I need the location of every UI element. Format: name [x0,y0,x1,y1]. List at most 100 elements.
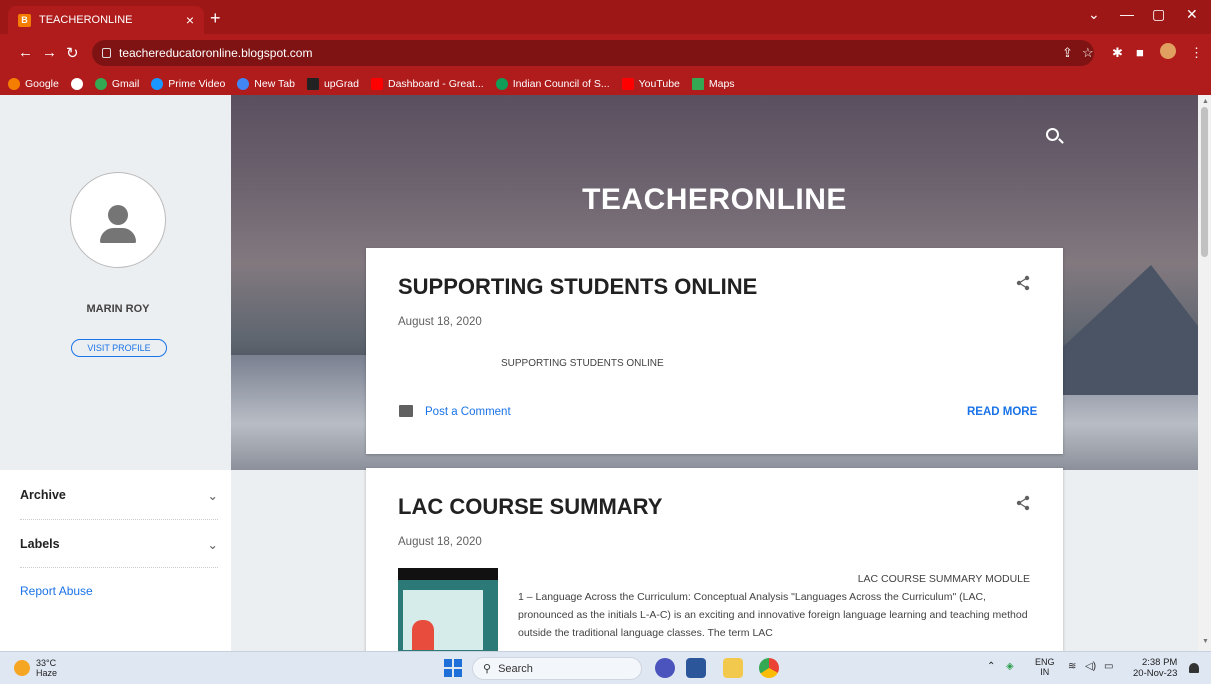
weather-condition: Haze [36,668,58,678]
post-excerpt: LAC COURSE SUMMARY MODULE 1 – Language A… [518,570,1030,642]
restore-icon[interactable]: ▢ [1152,6,1165,23]
post-date: August 18, 2020 [398,536,482,548]
archive-label: Archive [20,488,66,502]
profile-avatar-icon[interactable] [1160,43,1176,59]
google-icon [8,77,20,90]
divider [20,519,218,520]
bookmark-youtube[interactable]: YouTube [621,77,680,90]
icssr-icon [495,77,508,90]
youtube-icon [621,77,634,90]
post-card: LAC COURSE SUMMARY August 18, 2020 LAC C… [366,468,1063,651]
url-text: teachereducatoronline.blogspot.com [119,46,313,60]
visit-profile-button[interactable]: VISIT PROFILE [71,339,167,357]
bookmark-unnamed[interactable] [70,77,83,90]
teams-icon[interactable] [655,658,675,678]
bookmark-icssr[interactable]: Indian Council of S... [495,77,610,90]
person-body-icon [100,228,136,243]
archive-dropdown[interactable]: Archive ⌄ [20,488,218,503]
report-abuse-link[interactable]: Report Abuse [20,584,93,598]
system-clock[interactable]: 2:38 PM 20-Nov-23 [1133,657,1177,679]
youtube-icon [371,77,383,90]
new-tab-button[interactable]: + [210,8,221,29]
bookmark-google[interactable]: Google [8,77,59,90]
chevron-down-icon: ⌄ [207,538,218,552]
excerpt-body: 1 – Language Across the Curriculum: Conc… [518,591,1028,639]
notification-bell-icon[interactable] [1189,663,1199,673]
globe-icon [70,77,83,90]
read-more-link[interactable]: READ MORE [967,406,1037,418]
post-title[interactable]: SUPPORTING STUDENTS ONLINE [398,274,757,300]
taskbar-search-label: Search [498,662,533,675]
lock-icon [102,48,111,58]
taskbar-search[interactable]: ⚲ Search [472,657,642,680]
bookmark-star-icon[interactable]: ☆ [1082,45,1094,61]
bookmark-gmail[interactable]: Gmail [94,77,139,90]
menu-dots-icon[interactable]: ⋮ [1190,45,1203,61]
blog-title[interactable]: TEACHERONLINE [231,183,1198,217]
tab-close-icon[interactable]: × [186,12,194,28]
chevron-down-icon: ⌄ [207,489,218,503]
share-icon[interactable] [1016,275,1030,291]
author-name: MARIN ROY [86,303,150,315]
search-icon[interactable] [1046,128,1059,141]
windows-taskbar: 33°C Haze ⚲ Search ⌃ ◈ ENG IN ≋ ◁) ▭ 2:3… [0,651,1211,684]
address-bar[interactable]: teachereducatoronline.blogspot.com [92,40,1094,66]
sidepanel-icon[interactable]: ■ [1136,45,1144,60]
battery-icon[interactable]: ▭ [1104,661,1113,672]
back-icon[interactable]: ← [18,44,33,61]
upgrad-icon [306,77,319,90]
word-icon[interactable] [686,658,706,678]
post-card: SUPPORTING STUDENTS ONLINE August 18, 20… [366,248,1063,454]
bookmarks-bar: Google Gmail Prime Video New Tab upGrad … [0,72,1211,95]
blogger-favicon-icon: B [18,13,31,27]
gmail-icon [94,77,107,90]
scroll-up-arrow-icon[interactable]: ▲ [1202,98,1209,105]
wifi-icon[interactable]: ≋ [1068,661,1076,672]
labels-label: Labels [20,537,60,551]
post-title[interactable]: LAC COURSE SUMMARY [398,494,662,520]
browser-tab[interactable]: B TEACHERONLINE × [8,6,204,34]
tab-bar: B TEACHERONLINE × + ⌄ — ▢ ✕ [0,0,1211,34]
weather-widget[interactable]: 33°C Haze [14,658,57,678]
scroll-down-arrow-icon[interactable]: ▼ [1202,638,1209,645]
forward-icon[interactable]: → [42,44,57,61]
close-window-icon[interactable]: ✕ [1186,6,1198,23]
share-icon[interactable] [1016,495,1030,511]
post-comment-link[interactable]: Post a Comment [425,406,511,418]
profile-section: MARIN ROY VISIT PROFILE [0,95,231,470]
author-avatar[interactable] [70,172,166,268]
clock-time: 2:38 PM [1141,657,1178,668]
tab-search-icon[interactable]: ⌄ [1088,6,1100,23]
bookmark-new-tab[interactable]: New Tab [237,77,295,90]
post-thumbnail[interactable] [398,568,498,651]
scrollbar-thumb[interactable] [1201,107,1208,257]
excerpt-heading: LAC COURSE SUMMARY MODULE [857,573,1030,585]
minimize-icon[interactable]: — [1120,6,1134,22]
chrome-icon[interactable] [759,658,779,678]
scrollbar[interactable] [1198,95,1211,651]
extensions-icon[interactable]: ✱ [1112,45,1123,61]
labels-dropdown[interactable]: Labels ⌄ [20,537,218,552]
maps-icon [691,77,704,90]
tab-title: TEACHERONLINE [39,14,133,26]
divider [20,567,218,568]
temperature: 33°C [36,658,57,668]
tray-app-icon[interactable]: ◈ [1006,661,1014,672]
page-viewport: MARIN ROY VISIT PROFILE Archive ⌄ Labels… [0,95,1211,651]
bookmark-prime-video[interactable]: Prime Video [151,77,225,90]
file-explorer-icon[interactable] [723,658,743,678]
comment-icon [399,405,413,417]
sidebar: MARIN ROY VISIT PROFILE Archive ⌄ Labels… [0,95,231,651]
start-button[interactable] [444,659,462,677]
bookmark-dashboard[interactable]: Dashboard - Great... [371,77,484,90]
bookmark-upgrad[interactable]: upGrad [306,77,359,90]
share-page-icon[interactable]: ⇪ [1062,45,1073,61]
volume-icon[interactable]: ◁) [1085,661,1096,672]
tray-overflow-icon[interactable]: ⌃ [987,661,995,672]
reload-icon[interactable]: ↻ [66,44,79,62]
language-indicator[interactable]: ENG IN [1035,657,1055,677]
post-snippet: SUPPORTING STUDENTS ONLINE [501,358,664,369]
prime-video-icon [151,77,164,90]
bookmark-maps[interactable]: Maps [691,77,735,90]
clock-date: 20-Nov-23 [1133,668,1178,679]
